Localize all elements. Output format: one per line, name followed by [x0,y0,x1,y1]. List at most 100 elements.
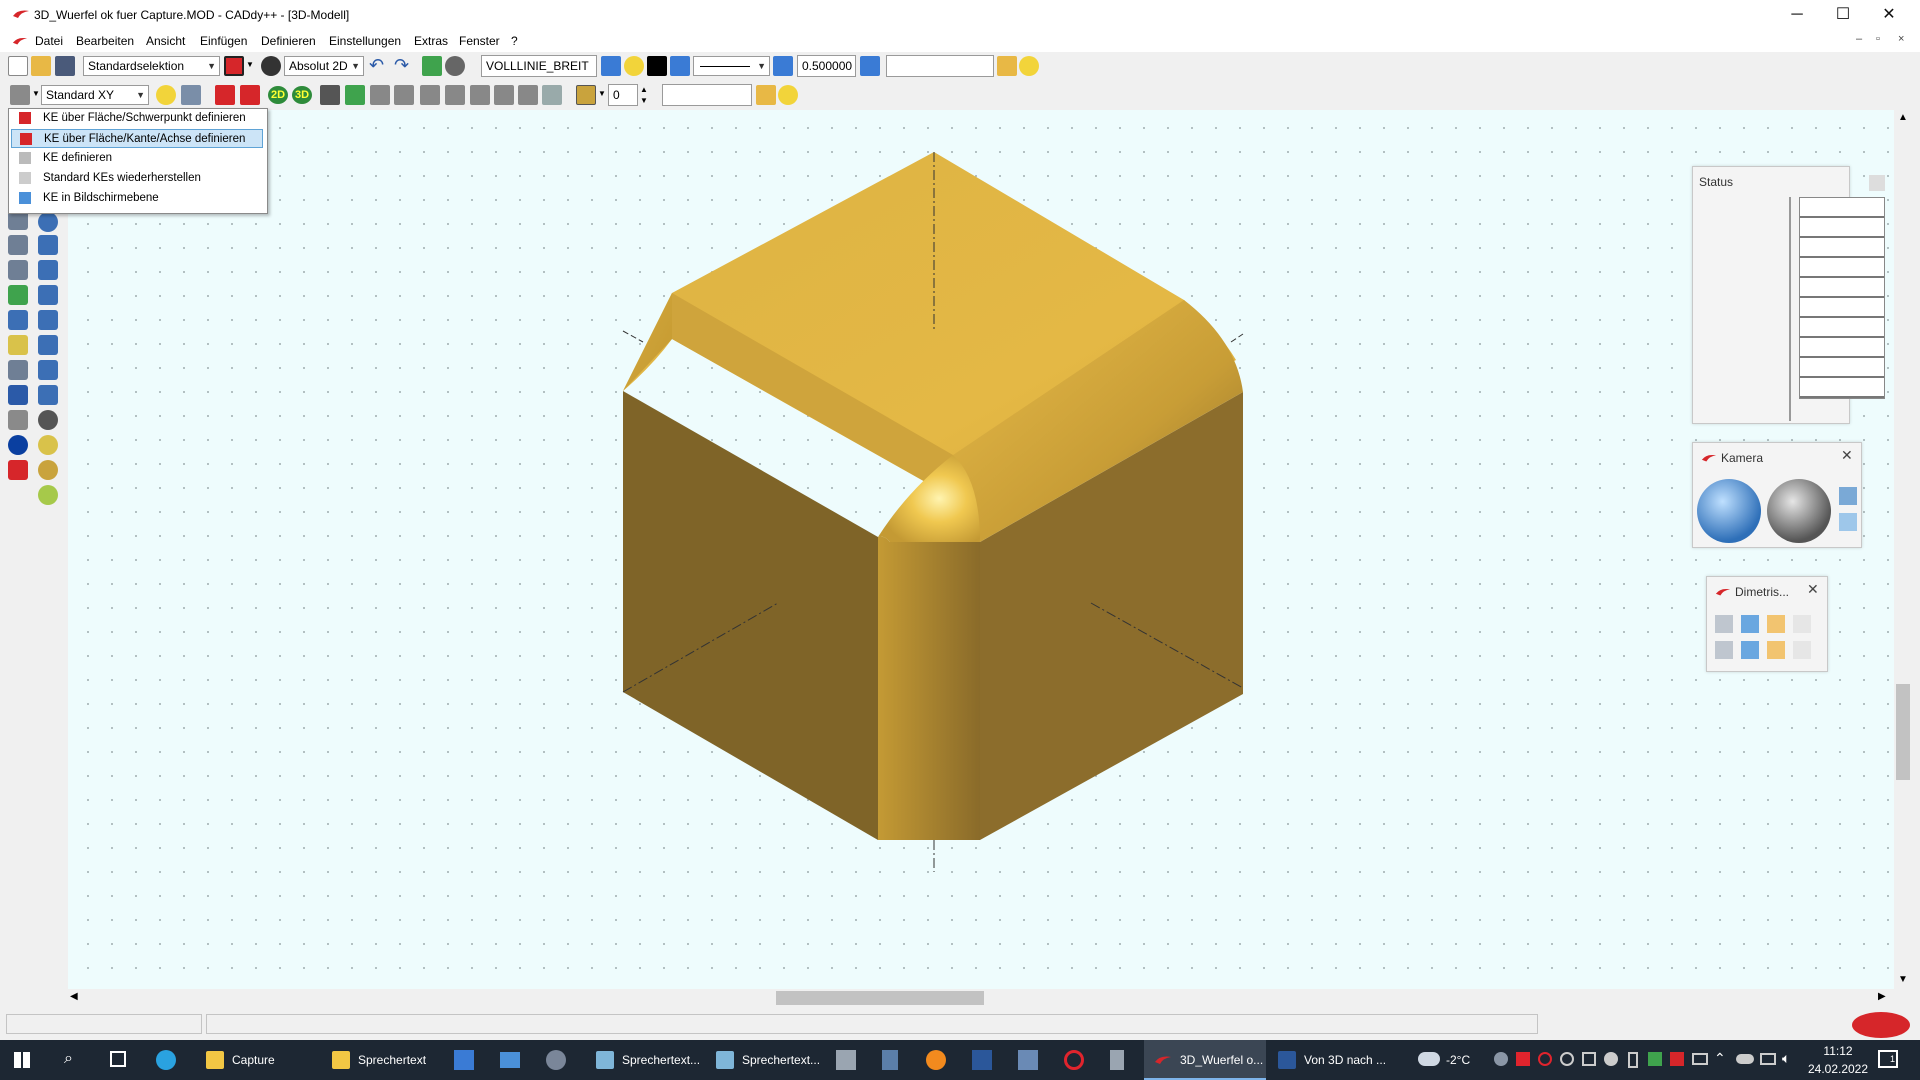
info-icon[interactable] [8,435,28,455]
tray-app-2-icon[interactable] [1604,1052,1618,1066]
zoom-window-icon[interactable] [370,85,390,105]
torus-icon[interactable] [38,260,58,280]
scroll-left-icon[interactable]: ◀ [70,991,78,1002]
search-icon[interactable]: ⌕ [64,1050,73,1068]
mail-icon[interactable] [500,1052,520,1068]
tray-battery-icon[interactable] [1692,1053,1708,1065]
notification-center-icon[interactable]: 1 [1878,1050,1898,1068]
spin-arrows-icon[interactable]: ▲ ▼ [640,84,648,106]
line-style-select[interactable]: ▼ [693,56,770,76]
mdi-close-button[interactable]: × [1898,33,1904,45]
fillet-icon[interactable] [38,385,58,405]
zoom-select-icon[interactable] [494,85,514,105]
color-select-icon[interactable] [224,56,244,76]
weather-temperature[interactable]: -2°C [1446,1040,1470,1080]
zoom-all-icon[interactable] [470,85,490,105]
tray-app-icon[interactable] [1516,1052,1530,1066]
extra-input[interactable] [886,55,994,77]
menu-ansicht[interactable]: Ansicht [146,34,185,48]
view-eye-icon[interactable] [445,56,465,76]
camera-rotate-globe[interactable] [1767,479,1831,543]
chevron-down-icon[interactable]: ▼ [598,89,606,98]
chevron-down-icon[interactable]: ▼ [246,60,254,69]
coordinate-icon[interactable] [261,56,281,76]
highlight-icon[interactable] [8,335,28,355]
layer-icon[interactable] [860,56,880,76]
camera-view-top-icon[interactable] [1839,513,1857,531]
sweep-icon[interactable] [38,285,58,305]
horizontal-scroll-thumb[interactable] [776,991,984,1005]
view-iso-4-icon[interactable] [1793,615,1811,633]
mirror-icon[interactable] [8,235,28,255]
eraser-icon[interactable] [8,460,28,480]
view-iso-8-icon[interactable] [1793,641,1811,659]
vertical-scrollbar[interactable]: ▲ ▼ [1894,110,1912,989]
layer-icon[interactable] [773,56,793,76]
firefox-icon[interactable] [926,1050,946,1070]
boolean-icon[interactable] [38,410,58,430]
store-icon[interactable] [454,1050,474,1070]
clock-time[interactable]: 11:12 [1808,1044,1868,1058]
taskbar-app-sprechertext-2[interactable]: Sprechertext... [586,1040,706,1080]
material-color-swatch[interactable] [576,85,596,105]
edit-e-icon[interactable] [240,85,260,105]
layer-icon[interactable] [670,56,690,76]
pick-icon[interactable] [181,85,201,105]
marker-icon[interactable] [215,85,235,105]
construction-plane-icon[interactable] [10,85,30,105]
folder-icon[interactable] [756,85,776,105]
close-button[interactable]: ✕ [1866,0,1912,30]
weather-cloud-icon[interactable] [1418,1052,1440,1066]
selection-mode-select[interactable]: Standardselektion ▼ [83,56,220,76]
lightbulb-icon[interactable] [1019,56,1039,76]
rotate-icon[interactable] [8,260,28,280]
pan-icon[interactable] [320,85,340,105]
app-menu-icon[interactable] [12,36,28,46]
mdi-restore-button[interactable]: ▫ [1876,33,1880,45]
file-explorer-icon[interactable] [1018,1050,1038,1070]
zoom-in-icon[interactable] [420,85,440,105]
task-view-icon[interactable] [110,1051,126,1067]
tray-usb-icon[interactable] [1628,1052,1638,1068]
scroll-up-icon[interactable]: ▲ [1898,112,1908,123]
word-icon[interactable] [972,1050,992,1070]
microphone-icon[interactable] [1110,1050,1124,1070]
scroll-right-icon[interactable]: ▶ [1878,991,1886,1002]
taskbar-app-capture[interactable]: Capture [196,1040,322,1080]
layer-name-input[interactable] [662,84,752,106]
drawing-canvas[interactable]: Status Kamera ✕ Dimetris... ✕ [68,110,1894,989]
mdi-minimize-button[interactable]: – [1856,33,1862,45]
color-black-swatch[interactable] [647,56,667,76]
scroll-down-icon[interactable]: ▼ [1898,974,1908,985]
menu-definieren[interactable]: Definieren [261,34,316,48]
undo-icon[interactable]: ↶ [369,55,384,76]
menu-help[interactable]: ? [511,34,518,48]
tray-onedrive-icon[interactable] [1736,1054,1754,1064]
taskbar-app-sprechertext[interactable]: Sprechertext [322,1040,448,1080]
line-width-field[interactable]: 0.500000 [797,55,856,77]
open-folder-icon[interactable] [31,56,51,76]
menu-bearbeiten[interactable]: Bearbeiten [76,34,134,48]
save-icon[interactable] [55,56,75,76]
panel-close-button[interactable] [1869,175,1885,191]
menu-item-ke-schwerpunkt[interactable]: KE über Fläche/Schwerpunkt definieren [11,109,263,128]
view-2d-button[interactable]: 2D [268,86,288,104]
clock-date[interactable]: 24.02.2022 [1804,1062,1872,1076]
menu-item-ke-kante-achse[interactable]: KE über Fläche/Kante/Achse definieren [11,129,263,148]
camera-orbit-globe[interactable] [1697,479,1761,543]
hatch-icon[interactable] [8,410,28,430]
menu-item-ke-definieren[interactable]: KE definieren [11,149,263,168]
redo-icon[interactable]: ↷ [394,55,409,76]
measure-icon[interactable] [8,360,28,380]
menu-einfuegen[interactable]: Einfügen [200,34,247,48]
view-iso-5-icon[interactable] [1715,641,1733,659]
section-icon[interactable] [518,85,538,105]
menu-fenster[interactable]: Fenster [459,34,500,48]
menu-extras[interactable]: Extras [414,34,448,48]
new-file-icon[interactable] [8,56,28,76]
home-view-icon[interactable] [345,85,365,105]
axis-icon[interactable] [8,310,28,330]
union-icon[interactable] [38,460,58,480]
close-icon[interactable]: ✕ [1807,581,1819,598]
close-icon[interactable]: ✕ [1841,447,1853,464]
